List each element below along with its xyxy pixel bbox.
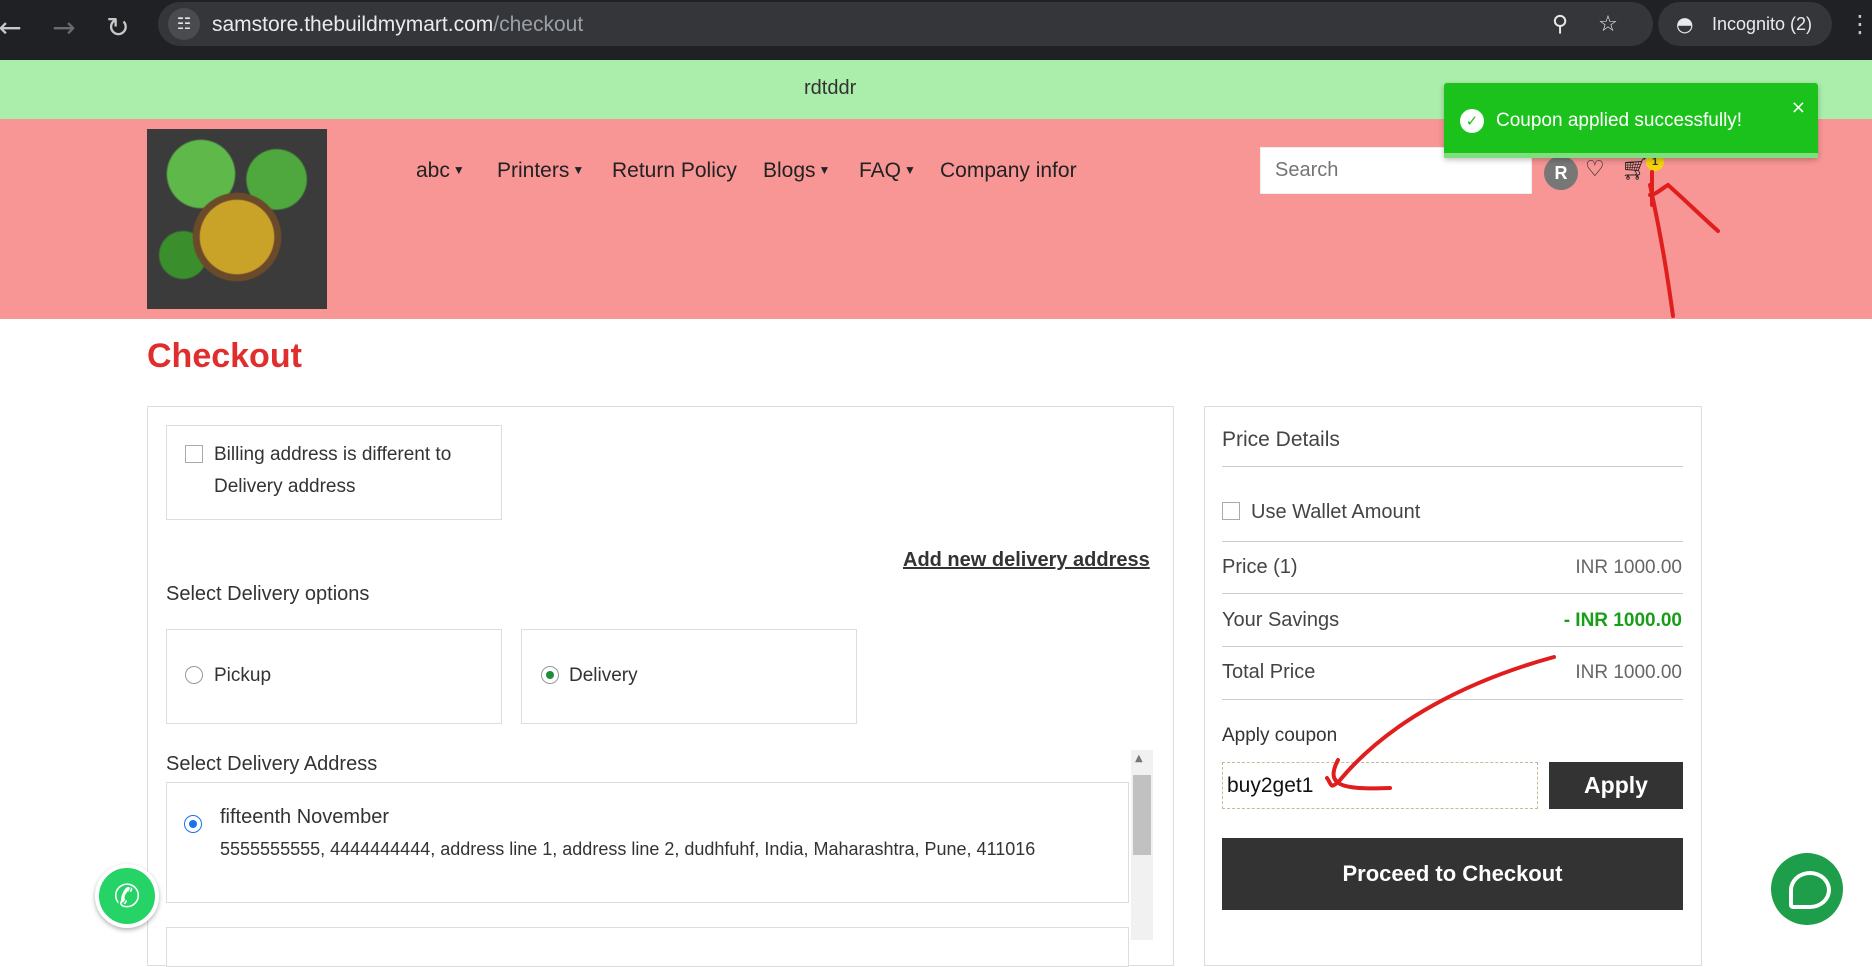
site-settings-icon[interactable]: ☷ [168, 8, 200, 40]
nav-item-abc[interactable]: abc ▼ [416, 159, 465, 183]
address-card-next[interactable] [166, 927, 1129, 967]
price-row-label: Price (1) [1222, 556, 1298, 578]
back-arrow-icon[interactable]: ← [0, 8, 30, 48]
divider [1222, 541, 1683, 542]
scroll-up-arrow-icon[interactable]: ▲ [1135, 753, 1143, 764]
url-path: /checkout [493, 13, 584, 36]
address-bar[interactable]: ☷ samstore.thebuildmymart.com/checkout ⚲… [158, 2, 1653, 46]
address-name: fifteenth November [220, 806, 389, 828]
incognito-indicator[interactable]: ◓ Incognito (2) [1658, 2, 1832, 46]
divider [1222, 646, 1683, 647]
heart-icon[interactable]: ♡ [1585, 157, 1605, 182]
pickup-radio[interactable] [185, 666, 203, 684]
zoom-icon[interactable]: ⚲ [1544, 9, 1576, 41]
nav-item-printers[interactable]: Printers ▼ [497, 159, 584, 183]
announcement-text: rdtddr [804, 77, 857, 99]
apply-coupon-label: Apply coupon [1222, 725, 1338, 746]
nav-label: abc [416, 159, 450, 182]
price-row-value: INR 1000.00 [1575, 557, 1682, 578]
nav-label: Blogs [763, 159, 816, 182]
billing-checkbox-label-line2: Delivery address [214, 476, 356, 497]
pickup-label: Pickup [214, 665, 272, 686]
divider [1222, 593, 1683, 594]
toast-message: Coupon applied successfully! [1496, 110, 1743, 131]
cart-icon[interactable]: 🛒︎ [1621, 157, 1649, 182]
nav-label: FAQ [859, 159, 902, 182]
caret-down-icon: ▼ [904, 163, 916, 177]
billing-address-toggle[interactable] [166, 425, 502, 520]
caret-down-icon: ▼ [818, 163, 831, 177]
avatar[interactable]: R [1544, 156, 1578, 190]
menu-icon[interactable]: ⋮ [1848, 10, 1872, 38]
delivery-options-heading: Select Delivery options [166, 583, 370, 605]
nav-label: Printers [497, 159, 570, 182]
close-icon[interactable]: × [1791, 97, 1806, 118]
caret-down-icon: ▼ [572, 163, 585, 177]
use-wallet-label: Use Wallet Amount [1251, 501, 1421, 523]
nav-item-company-infor[interactable]: Company infor [940, 159, 1077, 183]
delivery-label: Delivery [569, 665, 638, 686]
forward-arrow-icon[interactable]: → [44, 8, 84, 48]
coupon-input[interactable] [1222, 762, 1538, 809]
use-wallet-checkbox[interactable] [1222, 502, 1240, 520]
browser-toolbar: ← → ↻ ☷ samstore.thebuildmymart.com/chec… [0, 0, 1872, 60]
delivery-radio[interactable] [541, 666, 559, 684]
total-price-label: Total Price [1222, 661, 1316, 683]
delivery-address-heading: Select Delivery Address [166, 753, 378, 775]
whatsapp-icon[interactable]: ✆ [95, 864, 159, 928]
proceed-to-checkout-button[interactable]: Proceed to Checkout [1222, 838, 1683, 910]
total-price-value: INR 1000.00 [1575, 662, 1682, 683]
billing-checkbox-label-line1: Billing address is different to [214, 444, 452, 465]
nav-item-return-policy[interactable]: Return Policy [612, 159, 737, 183]
address-details: 5555555555, 4444444444, address line 1, … [220, 839, 1036, 859]
url-text[interactable]: samstore.thebuildmymart.com/checkout [212, 13, 583, 37]
incognito-icon: ◓ [1676, 12, 1694, 36]
savings-row-label: Your Savings [1222, 609, 1340, 631]
divider [1222, 699, 1683, 700]
star-icon[interactable]: ☆ [1592, 9, 1624, 41]
add-delivery-address-link[interactable]: Add new delivery address [903, 549, 1150, 572]
nav-item-faq[interactable]: FAQ ▼ [859, 159, 916, 183]
price-details-title: Price Details [1222, 428, 1340, 451]
nav-label: Return Policy [612, 159, 737, 182]
page-title: Checkout [147, 337, 302, 375]
nav-label: Company infor [940, 159, 1077, 182]
chat-bubble-icon[interactable] [1771, 853, 1843, 925]
caret-down-icon: ▼ [452, 163, 465, 177]
divider [1222, 466, 1683, 467]
success-toast: ✓ Coupon applied successfully! × [1444, 83, 1818, 158]
check-circle-icon: ✓ [1460, 109, 1484, 133]
savings-row-value: - INR 1000.00 [1563, 610, 1682, 631]
scrollbar-thumb[interactable] [1133, 775, 1151, 855]
incognito-label: Incognito (2) [1712, 14, 1813, 34]
address-radio[interactable] [184, 815, 202, 833]
billing-different-checkbox[interactable] [185, 445, 203, 463]
store-logo[interactable] [147, 129, 327, 309]
apply-coupon-button[interactable]: Apply [1549, 762, 1683, 809]
toast-progress-bar [1444, 153, 1818, 158]
url-host: samstore.thebuildmymart.com [212, 13, 494, 36]
nav-item-blogs[interactable]: Blogs ▼ [763, 159, 830, 183]
reload-icon[interactable]: ↻ [98, 8, 138, 48]
